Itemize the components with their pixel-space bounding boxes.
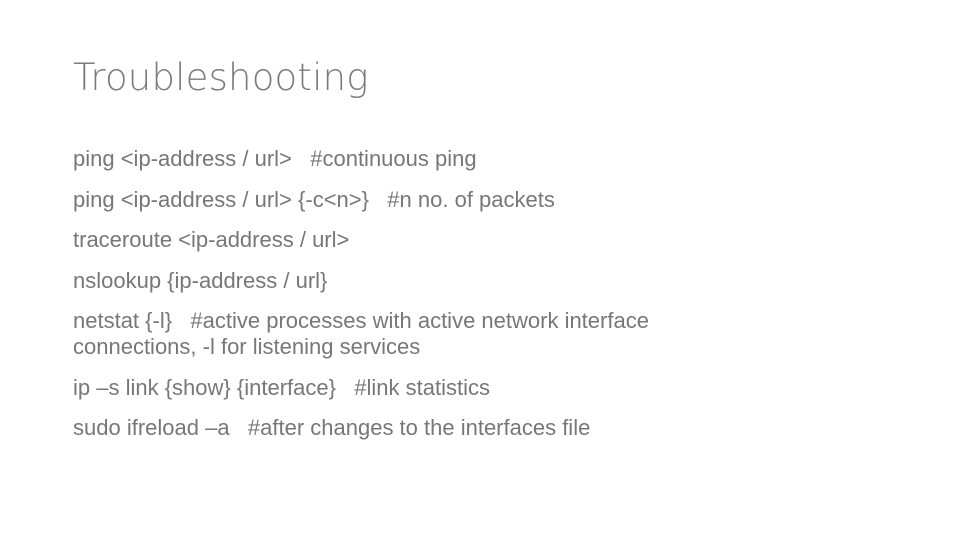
command-line-netstat: netstat {-l} #active processes with acti… (73, 308, 656, 359)
command-list: ping <ip-address / url> #continuous ping… (73, 146, 833, 456)
command-line-nslookup: nslookup {ip-address / url} (73, 267, 328, 293)
command-line-ping-continuous: ping <ip-address / url> #continuous ping (73, 146, 477, 171)
command-line-ping-count: ping <ip-address / url> {-c<n>} #n no. o… (73, 186, 555, 212)
command-line-ip-link: ip –s link {show} {interface} #link stat… (73, 374, 490, 400)
slide: Troubleshooting ping <ip-address / url> … (0, 0, 960, 540)
slide-title: Troubleshooting (73, 56, 369, 99)
command-line-traceroute: traceroute <ip-address / url> (73, 227, 350, 252)
command-line-ifreload: sudo ifreload –a #after changes to the i… (73, 415, 591, 440)
